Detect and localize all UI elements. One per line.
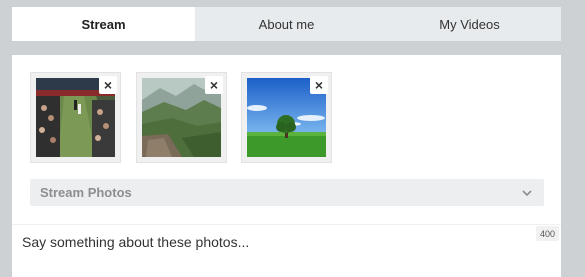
photo-thumbnail: × (241, 72, 332, 163)
remove-photo-button[interactable]: × (99, 76, 117, 94)
post-composer-panel: × × × Stream Photos Say something about … (12, 55, 561, 277)
character-counter: 400 (535, 226, 559, 241)
remove-photo-button[interactable]: × (205, 76, 223, 94)
tab-about-me[interactable]: About me (195, 7, 378, 41)
chevron-down-icon (522, 189, 532, 196)
album-select-value: Stream Photos (40, 185, 132, 200)
photo-thumbnail: × (136, 72, 227, 163)
post-text-input[interactable] (12, 225, 561, 277)
album-select[interactable]: Stream Photos (30, 179, 544, 206)
tab-my-videos[interactable]: My Videos (378, 7, 561, 41)
photo-thumbnail: × (30, 72, 121, 163)
tab-bar: Stream About me My Videos (12, 7, 561, 41)
tab-stream[interactable]: Stream (12, 7, 195, 41)
remove-photo-button[interactable]: × (310, 76, 328, 94)
